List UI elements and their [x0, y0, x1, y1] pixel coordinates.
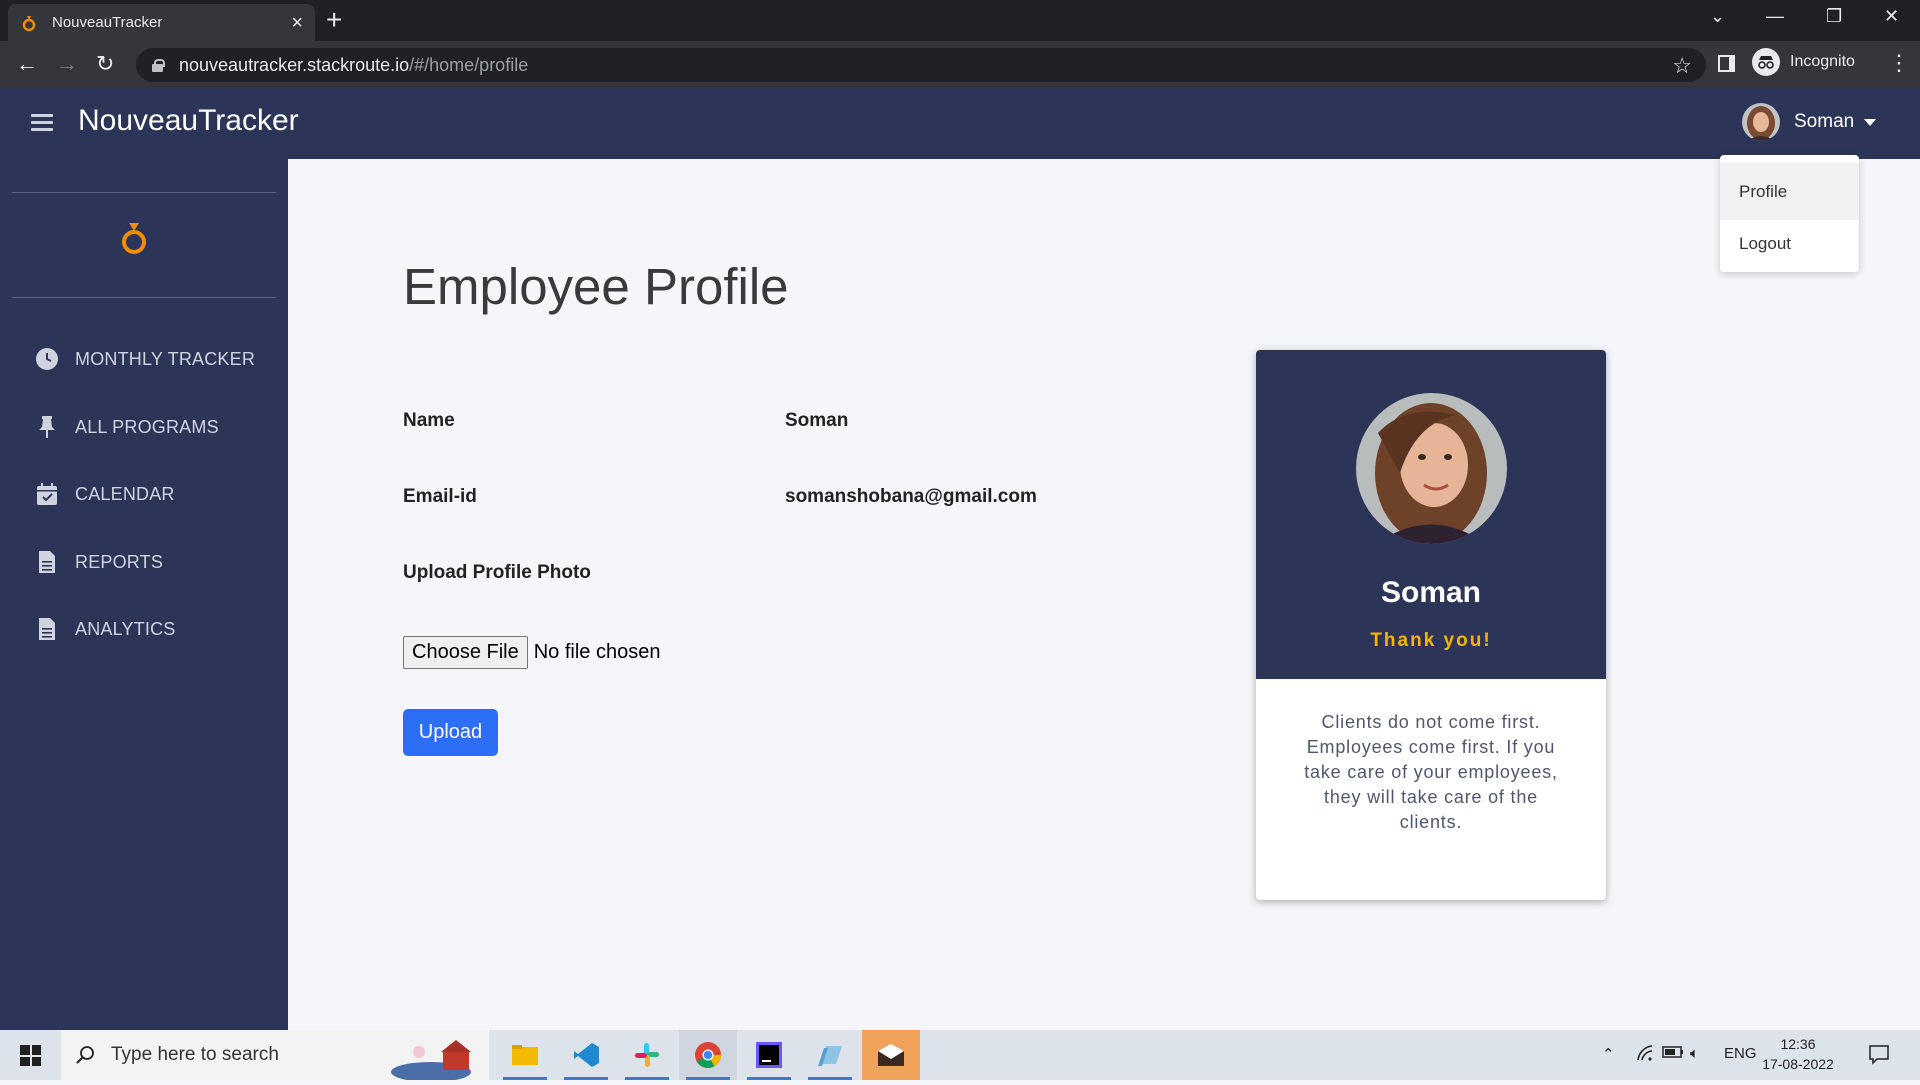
clock-time: 12:36 — [1780, 1036, 1816, 1052]
windows-start-icon[interactable] — [20, 1045, 41, 1066]
restore-icon[interactable]: ❐ — [1826, 6, 1842, 27]
sidebar-item-reports[interactable]: REPORTS — [34, 549, 163, 575]
search-icon — [75, 1045, 95, 1065]
name-label: Name — [403, 410, 455, 431]
card-name: Soman — [1380, 576, 1482, 609]
menu-item-logout[interactable]: Logout — [1720, 222, 1859, 266]
lock-icon — [152, 59, 165, 72]
incognito-icon — [1752, 48, 1780, 76]
close-window-icon[interactable]: ✕ — [1884, 6, 1899, 27]
brand-title[interactable]: NouveauTracker — [78, 104, 299, 138]
back-icon[interactable]: ← — [16, 51, 38, 77]
choose-file-button[interactable]: Choose File — [403, 636, 528, 669]
avatar — [1742, 103, 1780, 141]
chrome-icon[interactable] — [679, 1030, 737, 1080]
divider — [12, 192, 276, 193]
app-logo-icon — [119, 221, 149, 257]
url-host: nouveautracker.stackroute.io — [179, 54, 410, 75]
intellij-icon[interactable] — [740, 1030, 798, 1080]
reload-icon[interactable]: ↻ — [96, 51, 114, 77]
avatar — [1356, 393, 1507, 544]
volume-icon[interactable]: 🔈︎ — [1690, 1045, 1699, 1062]
address-bar[interactable]: nouveautracker.stackroute.io /#/home/pro… — [136, 48, 1706, 82]
top-navbar: NouveauTracker Soman — [0, 88, 1920, 159]
pin-icon — [34, 414, 60, 440]
search-placeholder: Type here to search — [111, 1044, 279, 1065]
new-tab-icon[interactable]: + — [326, 6, 342, 34]
email-value: somanshobana@gmail.com — [785, 486, 1037, 507]
divider — [12, 297, 276, 298]
incognito-indicator[interactable]: Incognito — [1752, 48, 1855, 76]
tab-title: NouveauTracker — [52, 14, 163, 31]
forward-icon[interactable]: → — [56, 51, 78, 77]
browser-tab[interactable]: NouveauTracker × — [8, 4, 315, 41]
card-thanks: Thank you! — [1370, 630, 1492, 651]
sidebar-item-monthly-tracker[interactable]: MONTHLY TRACKER — [34, 346, 255, 372]
user-dropdown-menu: Profile Logout — [1720, 155, 1859, 272]
profile-card-header: Soman Thank you! — [1256, 350, 1606, 679]
upload-button[interactable]: Upload — [403, 709, 498, 756]
sidebar-item-calendar[interactable]: CALENDAR — [34, 481, 175, 507]
language-indicator[interactable]: ENG — [1724, 1045, 1757, 1062]
sidebar-item-analytics[interactable]: ANALYTICS — [34, 616, 176, 642]
app-logo-icon — [20, 14, 38, 32]
taskbar: Type here to search ⌃ 🔈︎ ENG 12:36 17-08… — [0, 1030, 1920, 1082]
email-label: Email-id — [403, 486, 477, 507]
main-content: Employee Profile Name Soman Email-id som… — [288, 159, 1920, 1030]
file-explorer-icon[interactable] — [496, 1030, 554, 1080]
taskbar-search[interactable]: Type here to search — [61, 1030, 489, 1082]
notification-icon[interactable] — [1868, 1043, 1890, 1069]
battery-icon[interactable] — [1662, 1045, 1684, 1063]
clock-date: 17-08-2022 — [1762, 1056, 1834, 1072]
user-menu-toggle[interactable]: Soman — [1742, 103, 1877, 141]
hamburger-menu-icon[interactable] — [31, 114, 53, 132]
file-input[interactable]: Choose File No file chosen — [403, 636, 660, 669]
sidebar-item-label: ANALYTICS — [75, 618, 176, 639]
page-title: Employee Profile — [403, 258, 789, 315]
browser-menu-icon[interactable]: ⋮ — [1888, 50, 1910, 76]
sidebar-item-label: REPORTS — [75, 551, 164, 572]
url-path: /#/home/profile — [409, 54, 529, 75]
browser-toolbar: ← → ↻ nouveautracker.stackroute.io /#/ho… — [0, 41, 1920, 88]
card-quote: Clients do not come first. Employees com… — [1304, 712, 1558, 832]
calendar-icon — [34, 481, 60, 507]
network-icon[interactable] — [1636, 1045, 1654, 1065]
sidebar-item-all-programs[interactable]: ALL PROGRAMS — [34, 414, 219, 440]
minimize-icon[interactable]: — — [1766, 6, 1784, 27]
side-panel-icon[interactable] — [1718, 55, 1735, 72]
name-value: Soman — [785, 410, 849, 431]
system-clock[interactable]: 12:36 17-08-2022 — [1760, 1034, 1836, 1074]
sidebar-item-label: CALENDAR — [75, 483, 175, 504]
profile-card: Soman Thank you! Clients do not come fir… — [1256, 350, 1606, 900]
caret-down-icon — [1864, 118, 1877, 126]
tab-search-icon[interactable]: ⌄ — [1710, 6, 1725, 27]
slack-icon[interactable] — [618, 1030, 676, 1080]
app-root: NouveauTracker Soman MONTHLY TRACKER ALL… — [0, 88, 1920, 1030]
menu-item-profile[interactable]: Profile — [1720, 163, 1859, 220]
clock-icon — [34, 346, 60, 372]
document-icon — [34, 616, 60, 642]
sidebar-item-label: ALL PROGRAMS — [75, 416, 219, 437]
search-highlight-icon — [391, 1036, 487, 1085]
sidebar: MONTHLY TRACKER ALL PROGRAMS CALENDAR RE… — [0, 159, 288, 1030]
vscode-icon[interactable] — [557, 1030, 615, 1080]
upload-photo-label: Upload Profile Photo — [403, 562, 591, 583]
user-name: Soman — [1794, 111, 1855, 132]
browser-tabstrip: NouveauTracker × + ⌄ — ❐ ✕ — [0, 0, 1920, 41]
incognito-label: Incognito — [1790, 53, 1855, 70]
file-status: No file chosen — [533, 641, 661, 663]
sidebar-item-label: MONTHLY TRACKER — [75, 348, 256, 369]
bookmark-star-icon[interactable]: ☆ — [1672, 53, 1692, 79]
close-tab-icon[interactable]: × — [291, 13, 303, 33]
mail-icon[interactable] — [862, 1030, 920, 1080]
document-icon — [34, 549, 60, 575]
notes-app-icon[interactable] — [801, 1030, 859, 1080]
tray-overflow-icon[interactable]: ⌃ — [1602, 1045, 1615, 1063]
